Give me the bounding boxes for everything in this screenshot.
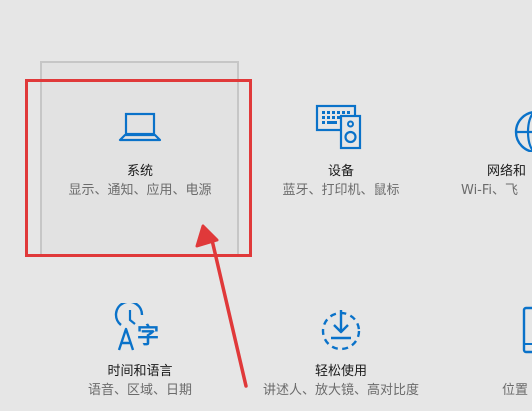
tile-time-language-desc: 语音、区域、日期 <box>87 383 192 398</box>
tile-time-language[interactable]: 字 时间和语言 语音、区域、日期 <box>55 300 225 411</box>
keyboard-speaker-icon <box>256 103 426 151</box>
annotation-highlight-box <box>25 79 252 257</box>
tile-network-desc: Wi-Fi、飞 <box>461 183 519 198</box>
globe-icon <box>514 106 532 152</box>
tile-time-language-title: 时间和语言 <box>107 364 173 379</box>
tile-privacy-desc: 位置 <box>502 383 529 398</box>
tile-ease-of-access[interactable]: 轻松使用 讲述人、放大镜、高对比度 <box>256 300 426 411</box>
time-language-icon: 字 <box>55 303 225 353</box>
tile-devices[interactable]: 设备 蓝牙、打印机、鼠标 <box>256 100 426 210</box>
tile-devices-title: 设备 <box>327 164 354 179</box>
ease-of-access-icon <box>256 306 426 352</box>
svg-text:字: 字 <box>137 323 159 349</box>
tile-network-title: 网络和 <box>487 164 527 179</box>
tile-network[interactable]: 网络和 Wi-Fi、飞 <box>452 100 532 210</box>
tile-ease-of-access-desc: 讲述人、放大镜、高对比度 <box>262 383 419 398</box>
phone-icon <box>522 306 532 354</box>
tile-devices-desc: 蓝牙、打印机、鼠标 <box>282 183 400 198</box>
tile-privacy[interactable]: 位置 <box>452 300 532 411</box>
tile-ease-of-access-title: 轻松使用 <box>314 364 367 379</box>
